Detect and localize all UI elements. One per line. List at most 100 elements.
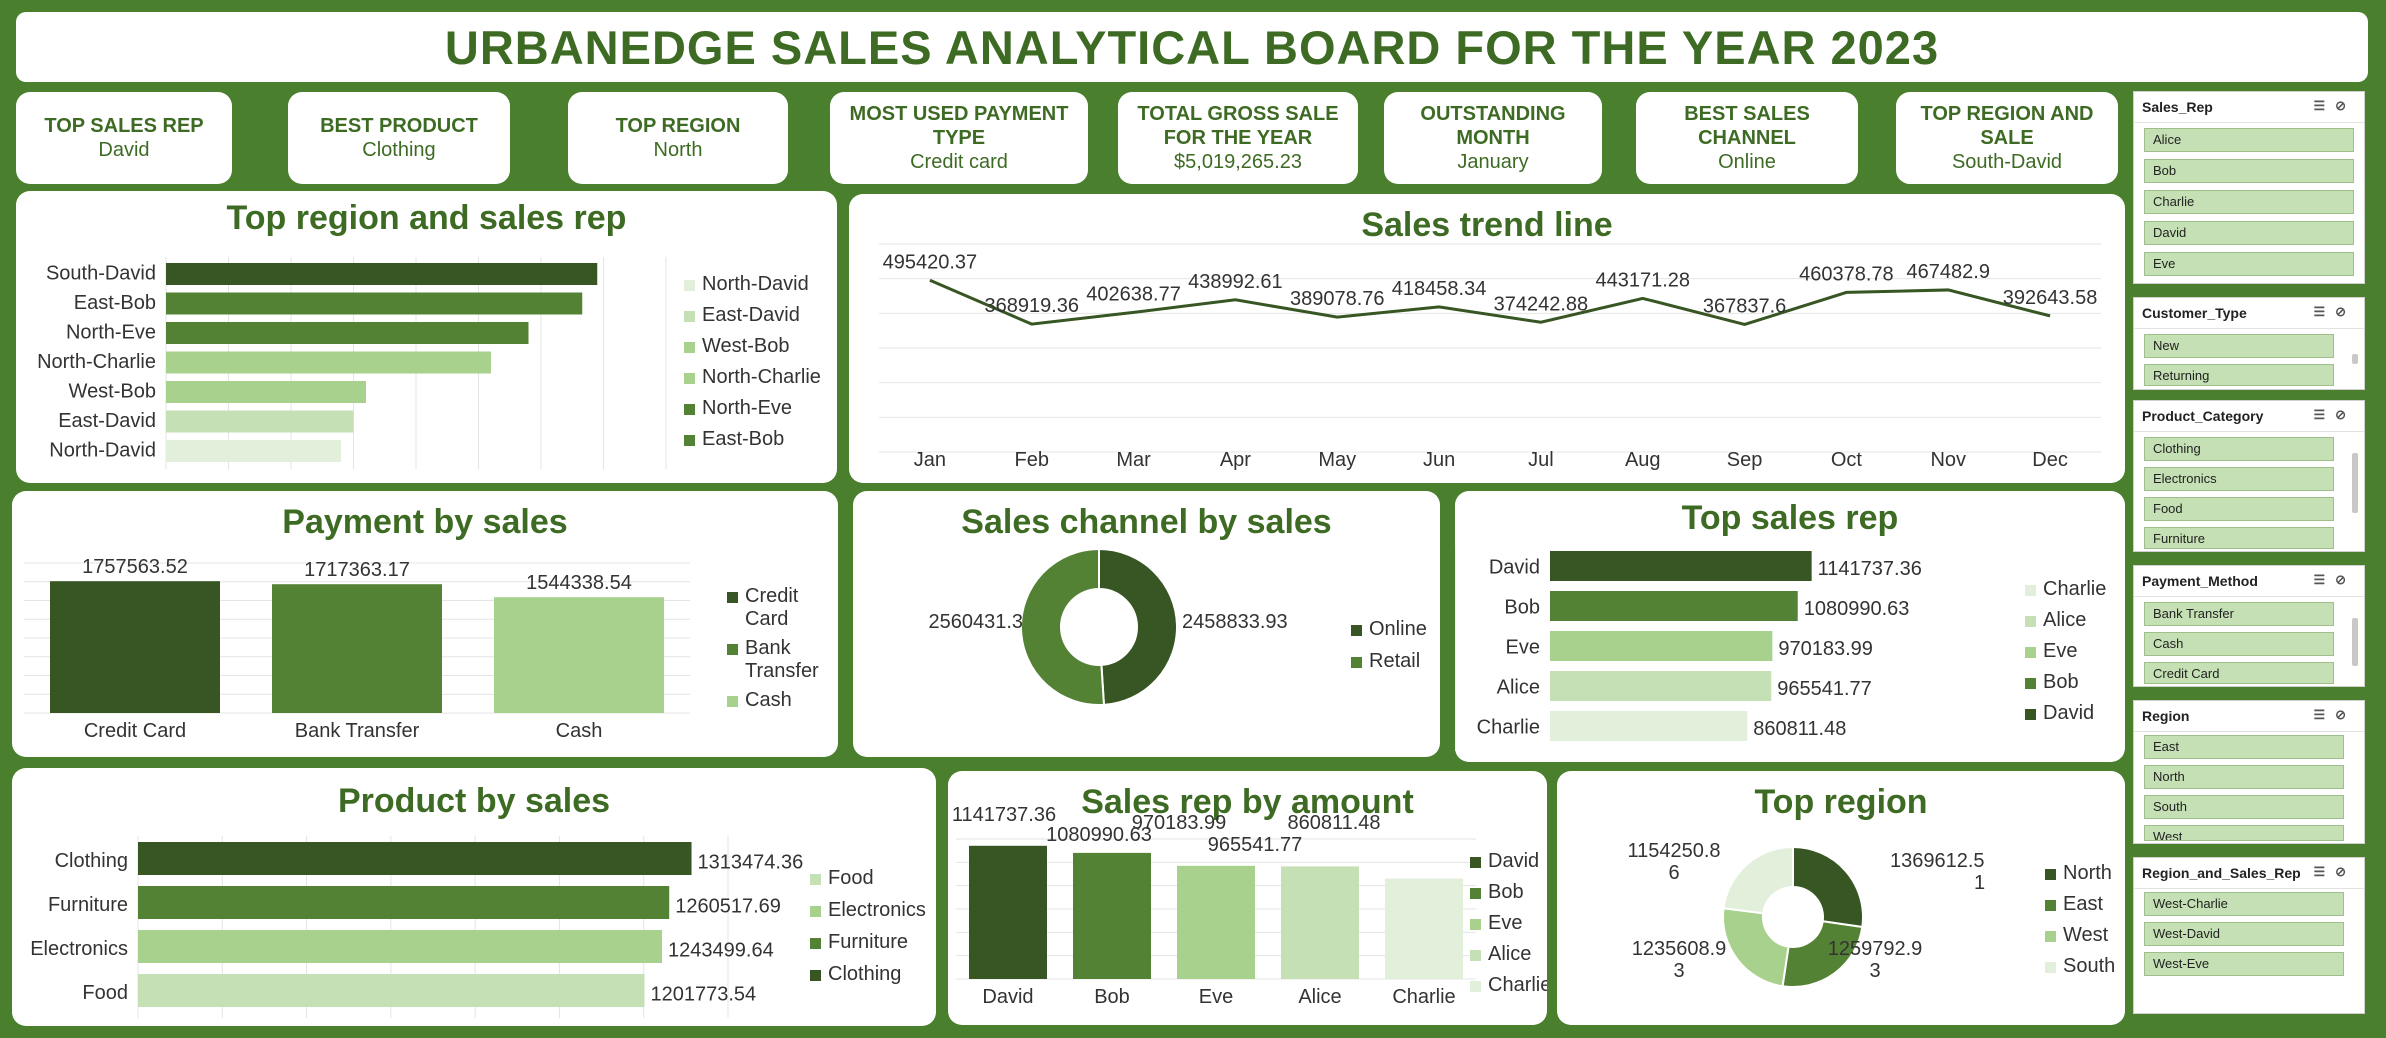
data-label: 1201773.54 (650, 983, 756, 1005)
bar (494, 597, 664, 713)
clear-filter-icon[interactable]: ⊘ (2335, 98, 2356, 113)
legend-label: Food (828, 867, 874, 889)
slicer-item[interactable]: New (2144, 334, 2334, 358)
legend-label: West (2063, 924, 2109, 946)
kpi-value: January (1457, 151, 1529, 173)
category-label: East-Bob (74, 292, 156, 314)
legend-swatch (684, 342, 695, 353)
bar (1073, 852, 1151, 979)
multi-select-icon[interactable]: ☰ (2313, 572, 2335, 587)
legend-swatch (1470, 919, 1481, 930)
category-label: David (982, 986, 1033, 1008)
slicer-item[interactable]: West-Eve (2144, 952, 2344, 976)
slicer-item[interactable]: Eve (2144, 252, 2354, 276)
bar (1550, 551, 1812, 581)
multi-select-icon[interactable]: ☰ (2313, 304, 2335, 319)
clear-filter-icon[interactable]: ⊘ (2335, 864, 2356, 879)
data-label: 467482.9 (1907, 261, 1990, 283)
bar (166, 263, 598, 285)
slicer-product-category: Product_Category ☰⊘ Clothing Electronics… (2133, 400, 2365, 552)
slicer-payment-method: Payment_Method ☰⊘ Bank Transfer Cash Cre… (2133, 565, 2365, 687)
slicer-item[interactable]: West-David (2144, 922, 2344, 946)
legend-label: North-David (702, 273, 809, 295)
data-label: 1313474.36 (698, 851, 804, 873)
legend-label: Bob (1488, 881, 1524, 903)
data-label: 418458.34 (1392, 278, 1487, 300)
slicer-item[interactable]: Charlie (2144, 190, 2354, 214)
legend-label: North-Charlie (702, 366, 821, 388)
slicer-item[interactable]: Food (2144, 497, 2334, 521)
category-label: Jul (1528, 449, 1554, 471)
slicer-item[interactable]: South (2144, 795, 2344, 819)
data-label: 860811.48 (1753, 718, 1846, 740)
data-label: 368919.36 (984, 295, 1079, 317)
clear-filter-icon[interactable]: ⊘ (2335, 572, 2356, 587)
slicer-item[interactable]: David (2144, 221, 2354, 245)
slicer-item[interactable]: Returning (2144, 364, 2334, 386)
kpi-card-most-used-payment: MOST USED PAYMENT TYPE Credit card (830, 92, 1088, 184)
clear-filter-icon[interactable]: ⊘ (2335, 304, 2356, 319)
legend-swatch (727, 696, 738, 707)
legend-label: David (2043, 702, 2094, 724)
multi-select-icon[interactable]: ☰ (2313, 407, 2335, 422)
slicer-item[interactable]: Bank Transfer (2144, 602, 2334, 626)
data-label: 1080990.63 (1804, 598, 1910, 620)
donut-slice (1792, 845, 1864, 929)
kpi-value: David (98, 139, 150, 161)
category-label: North-Charlie (37, 351, 156, 373)
clear-filter-icon[interactable]: ⊘ (2335, 707, 2356, 722)
multi-select-icon[interactable]: ☰ (2313, 707, 2335, 722)
bar (166, 410, 354, 433)
legend-swatch (2045, 869, 2056, 880)
legend-swatch (2025, 585, 2036, 596)
multi-select-icon[interactable]: ☰ (2313, 864, 2335, 879)
slicer-scrollbar[interactable] (2352, 354, 2358, 364)
slicer-item[interactable]: East (2144, 735, 2344, 759)
slicer-header: Sales_Rep ☰⊘ (2134, 92, 2364, 123)
legend-label: Charlie (1488, 974, 1547, 996)
bar (138, 974, 645, 1007)
slicer-region-and-sales-rep: Region_and_Sales_Rep ☰⊘ West-Charlie Wes… (2133, 857, 2365, 1014)
slicer-header-icons: ☰⊘ (2313, 407, 2356, 423)
slicer-item[interactable]: Cash (2144, 632, 2334, 656)
slicer-item[interactable]: Credit Card (2144, 662, 2334, 684)
kpi-label: BEST PRODUCT (320, 115, 478, 137)
slicer-item[interactable]: Furniture (2144, 527, 2334, 549)
slicer-item[interactable]: Electronics (2144, 467, 2334, 491)
clear-filter-icon[interactable]: ⊘ (2335, 407, 2356, 422)
category-label: Feb (1015, 449, 1049, 471)
data-label: 2560431.3 (928, 611, 1023, 633)
multi-select-icon[interactable]: ☰ (2313, 98, 2335, 113)
chart-sales-channel: 2458833.93 2560431.3 Online Retail (928, 547, 1427, 706)
category-label: Alice (1497, 677, 1540, 699)
legend-label: East (2063, 893, 2103, 915)
slicer-item[interactable]: Clothing (2144, 437, 2334, 461)
category-label: Furniture (48, 894, 128, 916)
panel-rep-by-amount: Sales rep by amount David 1141737.36 Bob 10… (948, 771, 1547, 1025)
data-label: 1154250.8 6 (1627, 840, 1720, 884)
slicer-item[interactable]: Alice (2144, 128, 2354, 152)
legend-label: Retail (1369, 650, 1420, 672)
legend-swatch (1470, 857, 1481, 868)
slicer-item[interactable]: West-Charlie (2144, 892, 2344, 916)
bar (138, 886, 670, 919)
legend-label: East-Bob (702, 428, 784, 450)
legend-swatch (2045, 931, 2056, 942)
slicer-scrollbar[interactable] (2352, 618, 2358, 666)
slicer-scrollbar[interactable] (2352, 453, 2358, 513)
legend-label: Bob (2043, 671, 2079, 693)
legend-label: North-Eve (702, 397, 792, 419)
bar (138, 842, 692, 875)
slicer-item[interactable]: North (2144, 765, 2344, 789)
slicer-item[interactable]: West (2144, 825, 2344, 841)
legend-swatch (810, 970, 821, 981)
dashboard-title-bar: URBANEDGE SALES ANALYTICAL BOARD FOR THE… (16, 12, 2368, 82)
slicer-header-icons: ☰⊘ (2313, 98, 2356, 114)
legend-swatch (727, 592, 738, 603)
kpi-label: TOP REGION (615, 115, 741, 137)
slicer-item[interactable]: Bob (2144, 159, 2354, 183)
donut-slice (1098, 547, 1178, 706)
data-label: 1717363.17 (304, 559, 410, 581)
category-label: North-David (49, 440, 156, 462)
kpi-label: MOST USED PAYMENT TYPE (849, 103, 1069, 149)
